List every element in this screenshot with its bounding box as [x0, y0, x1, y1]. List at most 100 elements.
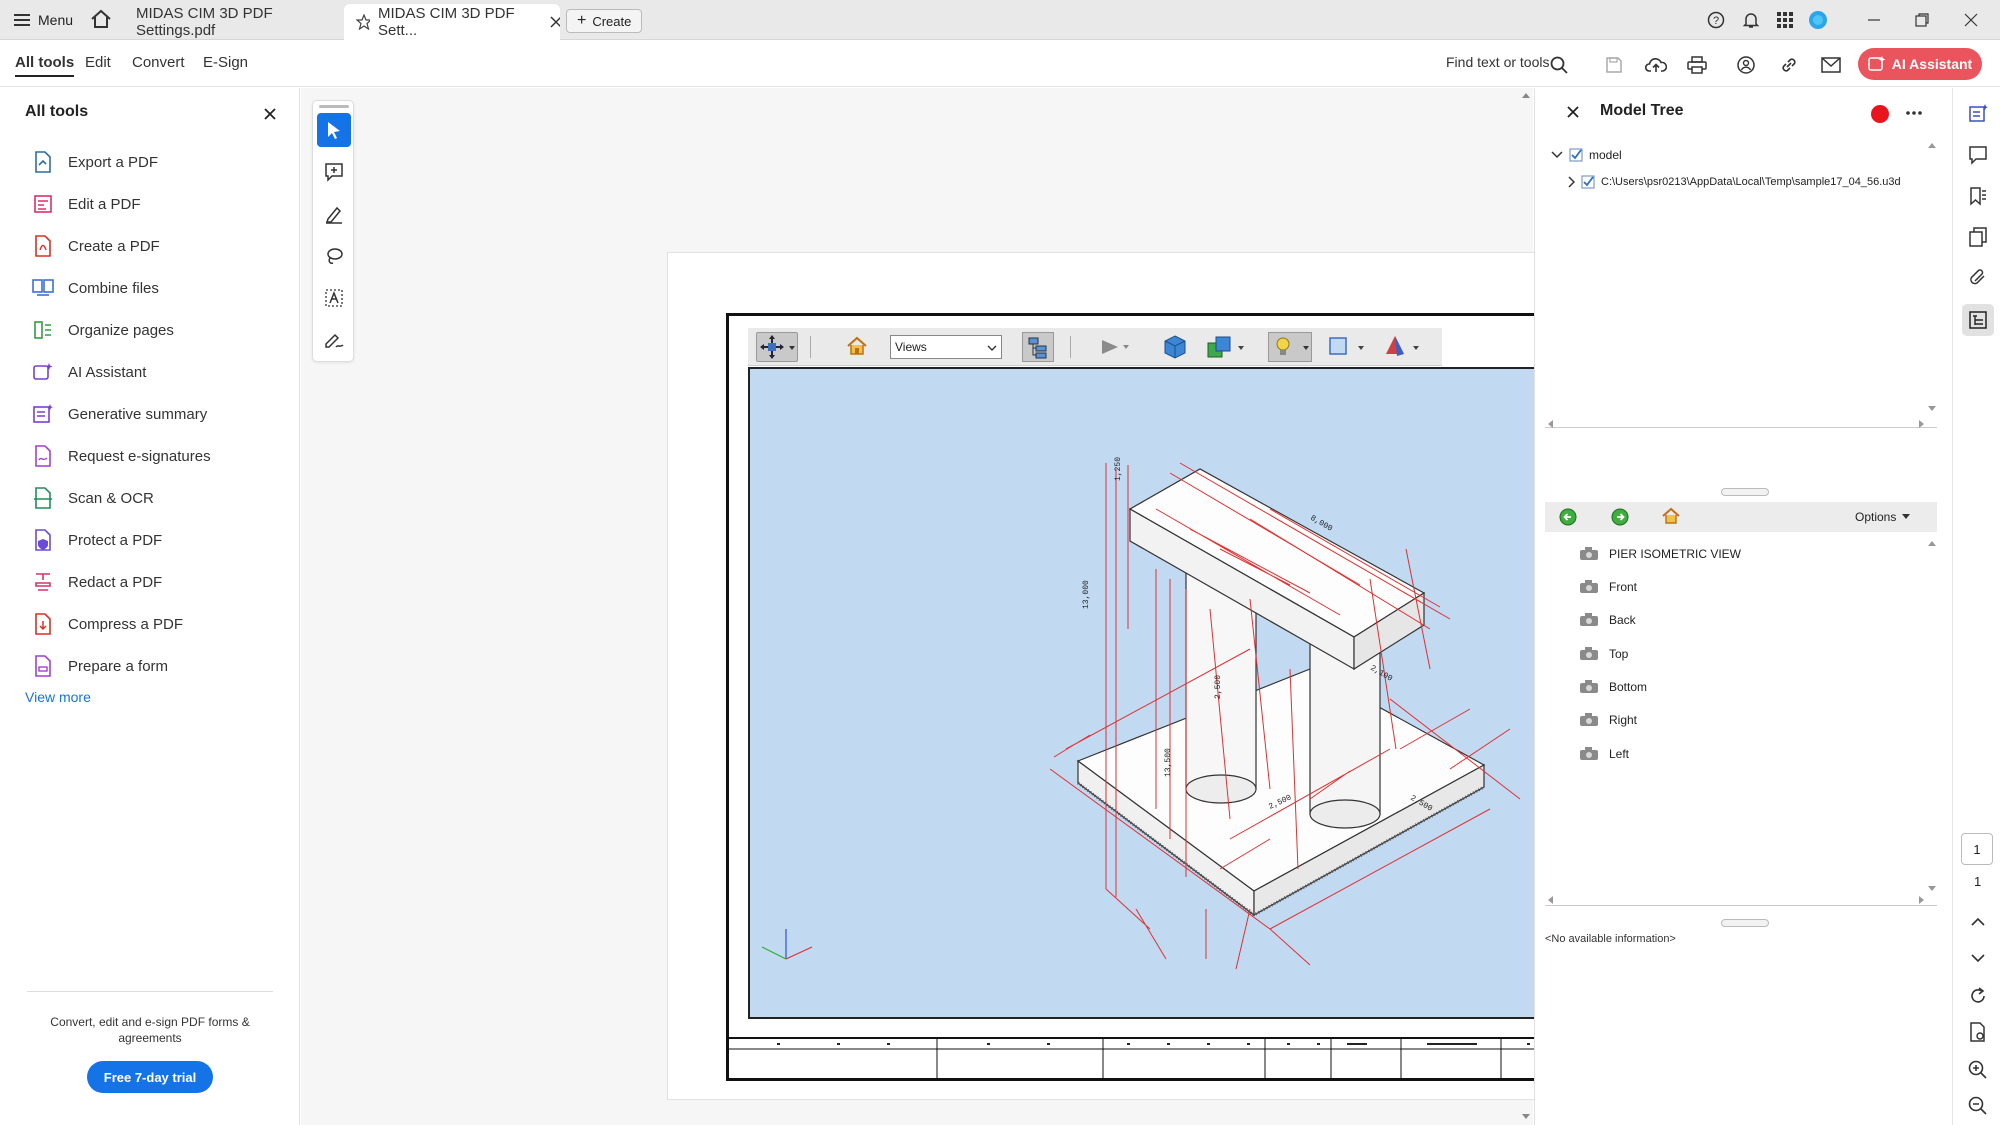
tool-export-pdf[interactable]: Export a PDF	[30, 147, 158, 177]
home-icon[interactable]	[90, 9, 112, 29]
tree-node-u3d[interactable]: C:\Users\psr0213\AppData\Local\Temp\samp…	[1567, 175, 1901, 189]
ai-panel-icon[interactable]	[1962, 98, 1994, 130]
tool-request-e-signatures[interactable]: Request e-signatures	[30, 441, 211, 471]
play-animation-icon[interactable]	[1100, 337, 1130, 357]
bookmarks-icon[interactable]	[1962, 180, 1994, 212]
tab-active-document[interactable]: MIDAS CIM 3D PDF Sett...	[344, 4, 560, 40]
add-comment-button[interactable]	[317, 155, 351, 189]
tool-compress-pdf[interactable]: Compress a PDF	[30, 609, 183, 639]
tool-generative-summary[interactable]: Generative summary	[30, 399, 207, 429]
tree-node-model[interactable]: model	[1551, 148, 1622, 162]
print-icon[interactable]	[1684, 52, 1710, 78]
create-tab-button[interactable]: + Create	[566, 9, 643, 33]
link-icon[interactable]	[1776, 52, 1802, 78]
tool-create-pdf[interactable]: Create a PDF	[30, 231, 160, 261]
text-select-button[interactable]	[317, 281, 351, 315]
splitter-handle[interactable]	[1721, 488, 1769, 496]
model-tree-toggle[interactable]	[1022, 332, 1054, 362]
views-select[interactable]: Views	[890, 335, 1002, 359]
tool-combine-files[interactable]: Combine files	[30, 273, 159, 303]
ai-assistant-button[interactable]: AI Assistant	[1858, 48, 1982, 80]
views-vertical-scrollbar[interactable]	[1927, 536, 1937, 896]
highlight-button[interactable]	[317, 197, 351, 231]
previous-view-icon[interactable]	[1559, 508, 1577, 526]
tool-prepare-form[interactable]: Prepare a form	[30, 651, 168, 681]
home-view-icon[interactable]	[846, 336, 868, 356]
tool-redact-pdf[interactable]: Redact a PDF	[30, 567, 162, 597]
next-view-icon[interactable]	[1611, 508, 1629, 526]
view-item[interactable]: Bottom	[1579, 675, 1647, 699]
star-icon[interactable]	[356, 14, 370, 30]
checkbox-checked-icon[interactable]	[1569, 148, 1583, 162]
comments-icon[interactable]	[1962, 139, 1994, 171]
tool-edit-pdf[interactable]: Edit a PDF	[30, 189, 141, 219]
default-view-home-icon[interactable]	[1661, 507, 1681, 525]
rotate-tool-button[interactable]	[756, 332, 798, 362]
search-icon[interactable]	[1546, 52, 1572, 78]
menu-convert[interactable]: Convert	[132, 54, 185, 71]
refresh-icon[interactable]	[1962, 980, 1994, 1012]
help-icon[interactable]: ?	[1701, 6, 1731, 34]
save-icon[interactable]	[1601, 52, 1627, 78]
close-model-tree-icon[interactable]	[1567, 106, 1579, 118]
profile-avatar[interactable]	[1803, 6, 1833, 34]
sign-button[interactable]	[317, 323, 351, 357]
view-item[interactable]: Right	[1579, 708, 1637, 732]
menu-e-sign[interactable]: E-Sign	[203, 54, 248, 71]
view-item[interactable]: Front	[1579, 575, 1637, 599]
pages-icon[interactable]	[1962, 221, 1994, 253]
close-window-icon[interactable]	[1956, 6, 1986, 34]
page-number-input[interactable]: 1	[1961, 833, 1993, 865]
page-settings-icon[interactable]	[1962, 1016, 1994, 1048]
view-item[interactable]: Left	[1579, 742, 1629, 766]
document-scrollbar[interactable]	[1520, 90, 1532, 1120]
free-trial-button[interactable]: Free 7-day trial	[87, 1061, 213, 1093]
tool-scan-ocr[interactable]: Scan & OCR	[30, 483, 154, 513]
options-dropdown[interactable]: Options	[1855, 510, 1911, 524]
upload-cloud-icon[interactable]	[1643, 52, 1669, 78]
draw-button[interactable]	[317, 239, 351, 273]
previous-page-icon[interactable]	[1962, 906, 1994, 938]
drag-handle[interactable]	[319, 105, 349, 108]
chevron-right-icon[interactable]	[1567, 176, 1575, 188]
cross-section-icon[interactable]	[1383, 334, 1427, 360]
view-more-link[interactable]: View more	[25, 689, 91, 705]
share-user-icon[interactable]	[1733, 52, 1759, 78]
maximize-icon[interactable]	[1907, 6, 1937, 34]
select-tool-button[interactable]	[317, 113, 351, 147]
view-item[interactable]: Back	[1579, 608, 1636, 632]
checkbox-checked-icon[interactable]	[1581, 175, 1595, 189]
find-text-label[interactable]: Find text or tools	[1446, 54, 1550, 70]
splitter-handle[interactable]	[1721, 919, 1769, 927]
tab-settings-pdf[interactable]: MIDAS CIM 3D PDF Settings.pdf	[126, 4, 338, 40]
tool-organize-pages[interactable]: Organize pages	[30, 315, 174, 345]
lighting-button[interactable]	[1268, 332, 1312, 362]
model-tree-rail-icon[interactable]	[1962, 304, 1994, 336]
next-page-icon[interactable]	[1962, 942, 1994, 974]
close-tab-icon[interactable]	[549, 16, 561, 28]
tree-horizontal-scrollbar[interactable]	[1545, 418, 1927, 430]
tree-vertical-scrollbar[interactable]	[1927, 138, 1937, 418]
views-horizontal-scrollbar[interactable]	[1545, 894, 1927, 906]
render-mode-icon[interactable]	[1206, 333, 1250, 361]
apps-grid-icon[interactable]	[1770, 6, 1800, 34]
view-item[interactable]: PIER ISOMETRIC VIEW	[1579, 542, 1741, 566]
menu-edit[interactable]: Edit	[85, 54, 111, 71]
zoom-out-icon[interactable]	[1962, 1090, 1994, 1122]
attachments-icon[interactable]	[1962, 262, 1994, 294]
menu-button[interactable]: Menu	[14, 12, 73, 28]
cube-view-icon[interactable]	[1163, 334, 1187, 360]
tool-ai-assistant[interactable]: AI Assistant	[30, 357, 146, 387]
bell-icon[interactable]	[1736, 6, 1766, 34]
tool-protect-pdf[interactable]: Protect a PDF	[30, 525, 162, 555]
minimize-icon[interactable]	[1859, 6, 1889, 34]
view-item[interactable]: Top	[1579, 642, 1628, 666]
record-status-icon[interactable]	[1870, 104, 1890, 124]
more-options-icon[interactable]	[1905, 110, 1923, 116]
zoom-in-icon[interactable]	[1962, 1054, 1994, 1086]
menu-all-tools[interactable]: All tools	[15, 54, 75, 77]
close-panel-icon[interactable]	[264, 108, 276, 120]
email-icon[interactable]	[1818, 52, 1844, 78]
background-color-icon[interactable]	[1328, 336, 1372, 358]
chevron-down-icon[interactable]	[1551, 150, 1563, 160]
